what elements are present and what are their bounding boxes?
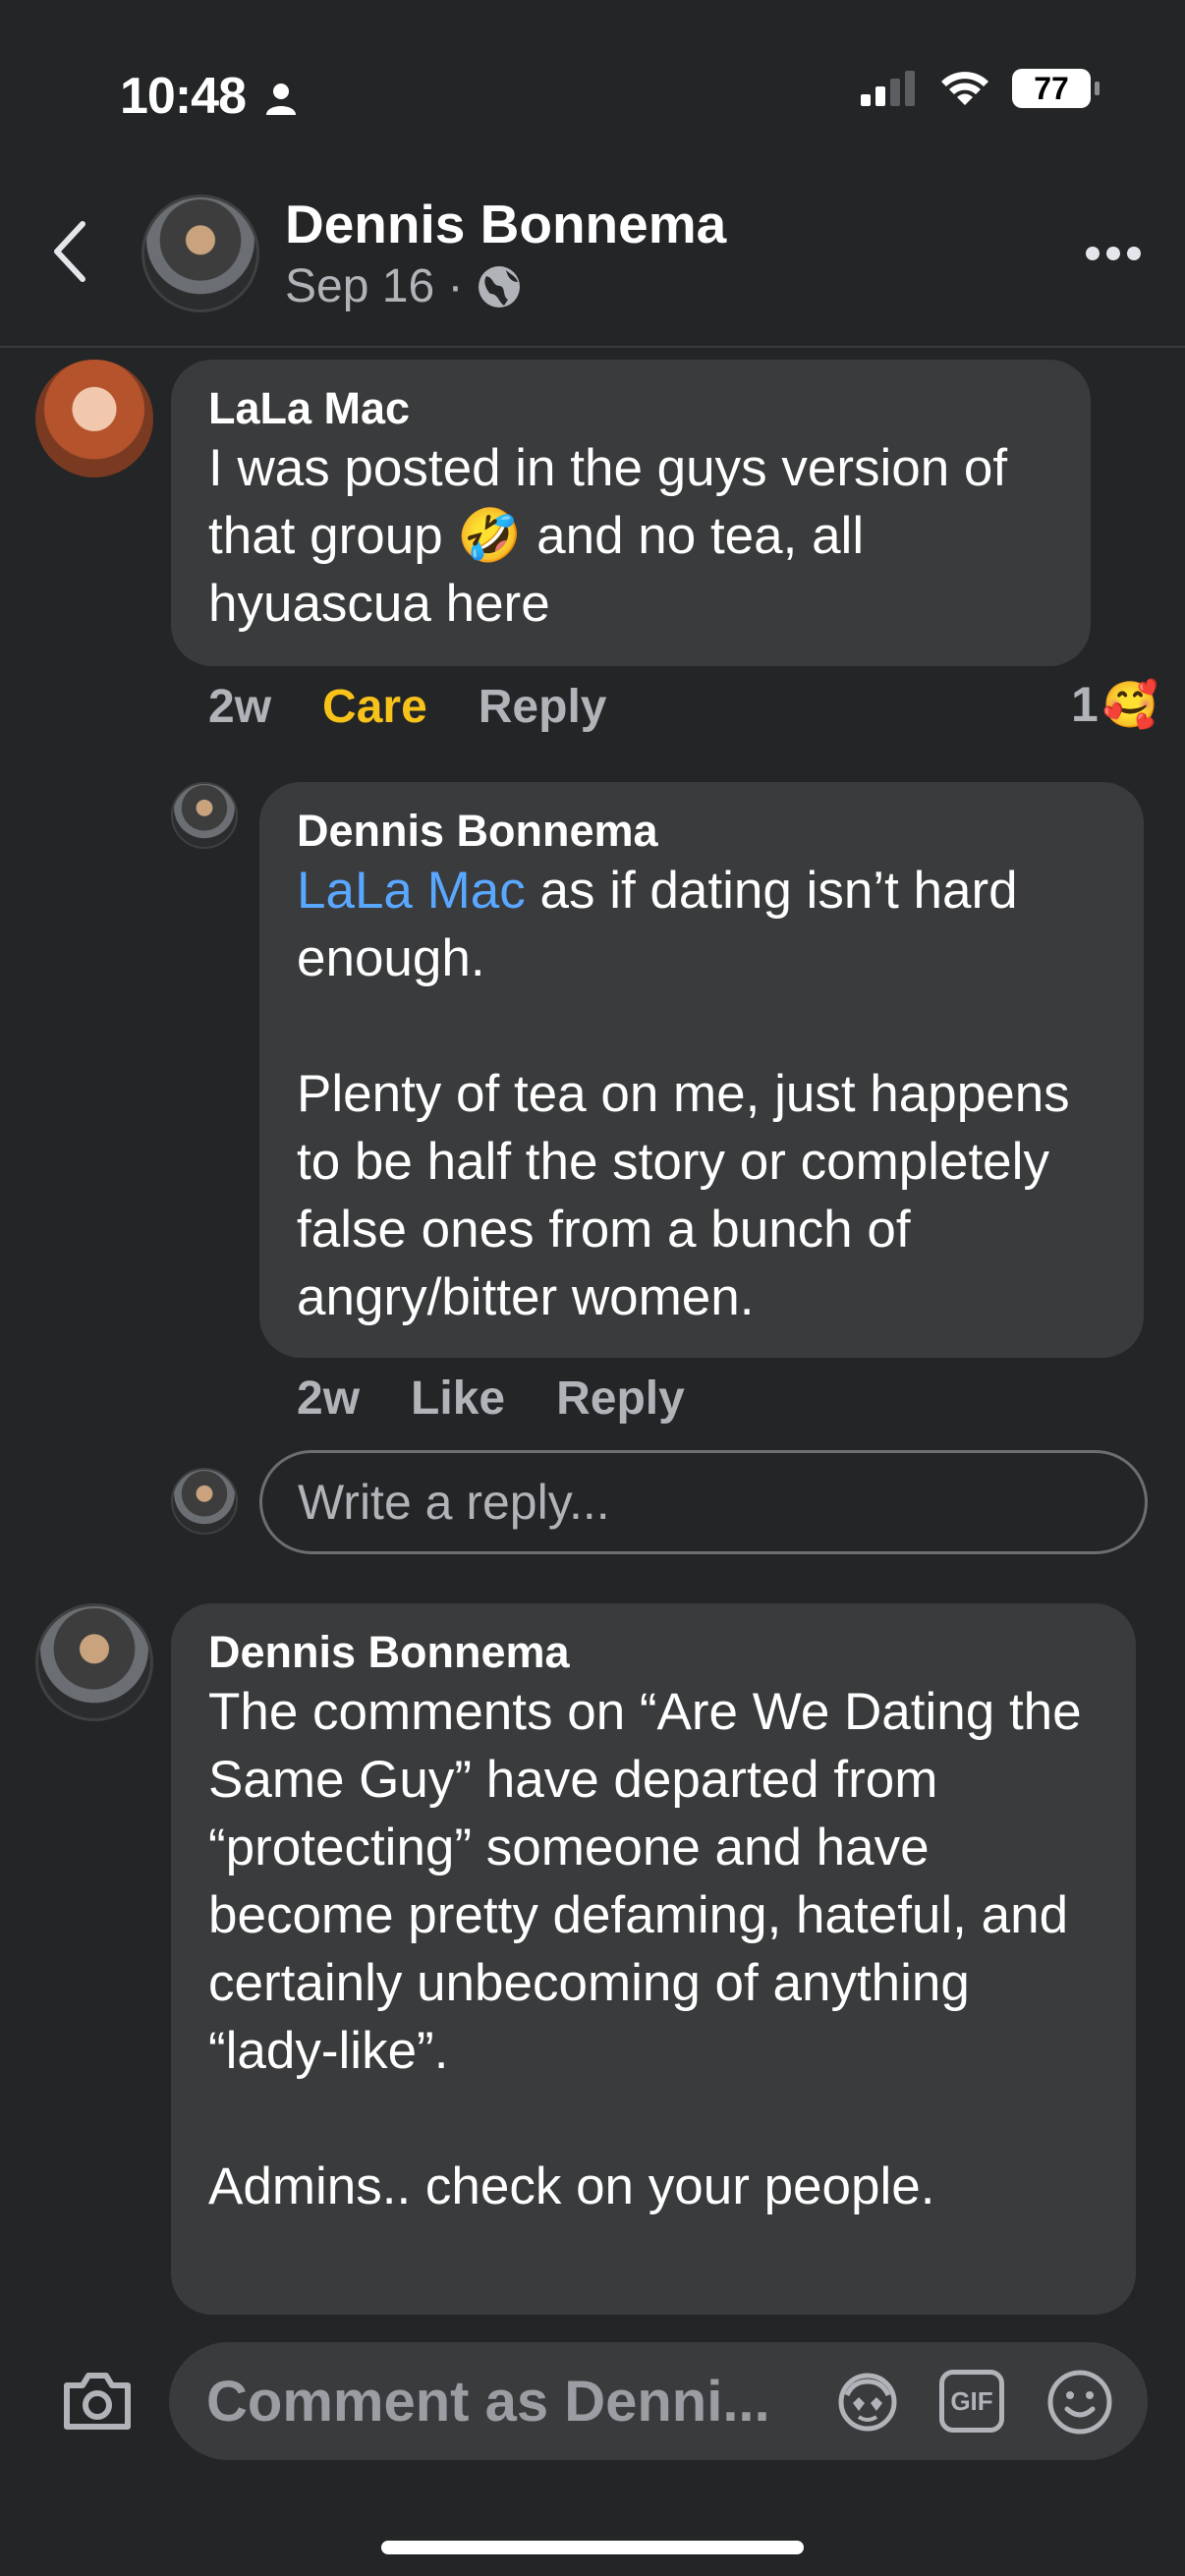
reply-author[interactable]: Dennis Bonnema xyxy=(297,806,1106,857)
comment-actions: 2w Care Reply xyxy=(208,680,606,734)
reply-actions: 2w Like Reply xyxy=(297,1372,685,1426)
comment-time: 2w xyxy=(208,681,272,733)
status-indicators: 77 xyxy=(861,69,1100,108)
back-chevron-icon[interactable] xyxy=(49,220,88,283)
reaction-count: 1 xyxy=(1071,677,1099,732)
write-reply-placeholder: Write a reply... xyxy=(298,1475,610,1530)
gif-label: GIF xyxy=(950,2385,993,2416)
like-button[interactable]: Like xyxy=(411,1372,505,1426)
reply-text: LaLa Mac as if dating isn’t hard enough.… xyxy=(297,857,1106,1331)
reaction-button[interactable]: Care xyxy=(322,680,427,734)
comment-author[interactable]: LaLa Mac xyxy=(208,383,1053,434)
comment-text: The comments on “Are We Dating the Same … xyxy=(208,1683,1082,2215)
post-header: Dennis Bonnema Sep 16 · xyxy=(0,177,1185,348)
avatar[interactable] xyxy=(35,1603,153,1721)
reply-body: as if dating isn’t hard enough. Plenty o… xyxy=(297,862,1070,1326)
comment-author[interactable]: Dennis Bonnema xyxy=(208,1627,1099,1678)
reply-time: 2w xyxy=(297,1372,361,1425)
gif-button[interactable]: GIF xyxy=(939,2370,1004,2433)
comment-bubble: Dennis Bonnema The comments on “Are We D… xyxy=(171,1603,1136,2315)
author-name[interactable]: Dennis Bonnema xyxy=(285,193,726,255)
avatar[interactable] xyxy=(171,782,238,849)
cellular-signal-icon xyxy=(861,71,915,106)
battery-indicator: 77 xyxy=(1012,69,1100,108)
avatar-sticker-icon[interactable] xyxy=(833,2370,902,2435)
avatar xyxy=(171,1468,238,1535)
emoji-icon[interactable] xyxy=(1045,2368,1114,2436)
reply-button[interactable]: Reply xyxy=(556,1372,685,1426)
care-reaction-icon: 🥰 xyxy=(1101,678,1159,730)
battery-level: 77 xyxy=(1034,70,1069,106)
reply-bubble: Dennis Bonnema LaLa Mac as if dating isn… xyxy=(259,782,1144,1358)
status-time-text: 10:48 xyxy=(120,68,247,125)
write-reply-input[interactable]: Write a reply... xyxy=(259,1450,1148,1554)
comment-placeholder: Comment as Denni... xyxy=(206,2369,770,2434)
person-icon xyxy=(266,84,297,116)
post-date-text: Sep 16 · xyxy=(285,260,464,312)
post-date: Sep 16 · xyxy=(285,259,522,313)
avatar[interactable] xyxy=(141,195,259,312)
globe-icon xyxy=(479,265,521,308)
mention-link[interactable]: LaLa Mac xyxy=(297,862,526,920)
wifi-icon xyxy=(941,72,988,105)
more-options-icon[interactable] xyxy=(1085,244,1142,263)
reply-button[interactable]: Reply xyxy=(479,680,607,734)
camera-icon[interactable] xyxy=(61,2370,134,2433)
reaction-summary[interactable]: 1 🥰 xyxy=(1071,676,1158,733)
comment-text: I was posted in the guys version of that… xyxy=(208,439,1022,633)
home-indicator[interactable] xyxy=(381,2541,804,2554)
comment-bubble: LaLa Mac I was posted in the guys versio… xyxy=(171,360,1091,666)
status-time: 10:48 xyxy=(120,67,298,126)
avatar[interactable] xyxy=(35,360,153,477)
